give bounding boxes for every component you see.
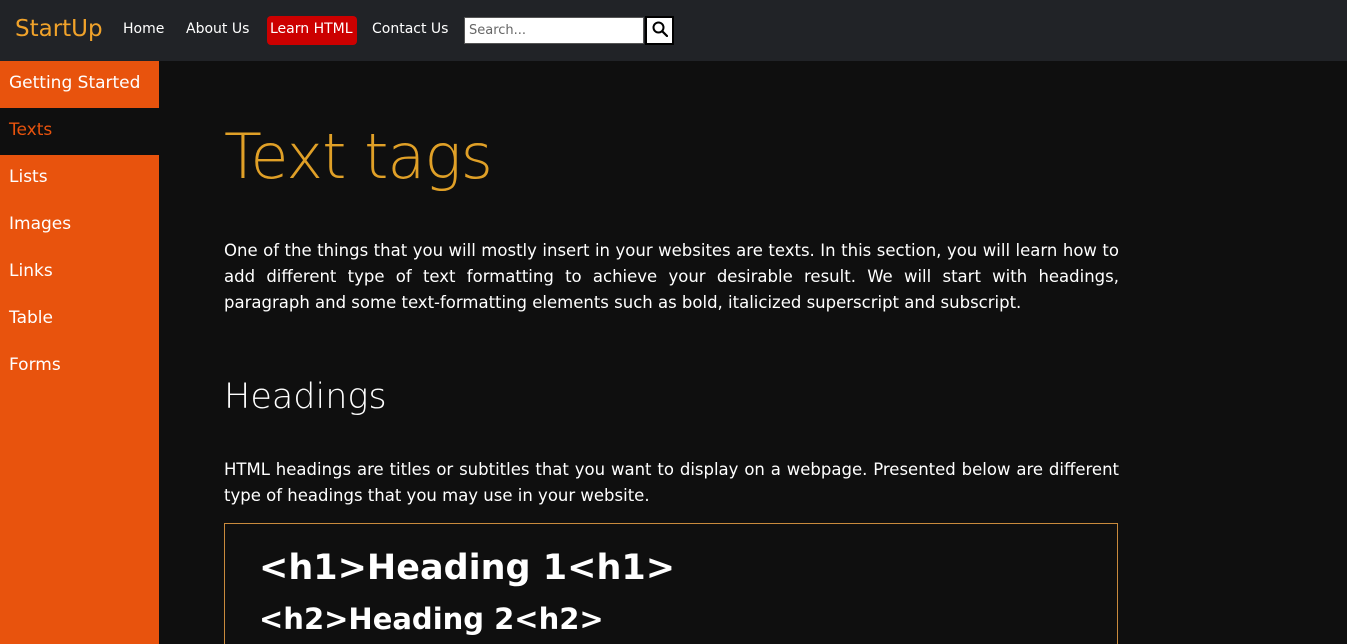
search-icon: [652, 21, 668, 41]
heading-1-example: <h1>Heading 1<h1>: [259, 548, 676, 588]
nav-home-link[interactable]: Home: [123, 21, 164, 37]
sidebar-item-getting-started[interactable]: Getting Started: [0, 61, 159, 108]
section-heading: Headings: [224, 377, 387, 417]
sidebar: Getting Started Texts Lists Images Links…: [0, 61, 159, 644]
sidebar-item-links[interactable]: Links: [0, 249, 159, 296]
heading-2-example: <h2>Heading 2<h2>: [259, 602, 604, 636]
section-paragraph: HTML headings are titles or subtitles th…: [224, 460, 1119, 505]
nav-learn-html-link[interactable]: Learn HTML: [267, 16, 357, 45]
nav-contact-link[interactable]: Contact Us: [372, 21, 448, 37]
page-title: Text tags: [224, 120, 493, 193]
sidebar-item-texts[interactable]: Texts: [0, 108, 159, 155]
brand-logo[interactable]: StartUp: [15, 16, 103, 42]
sidebar-item-lists[interactable]: Lists: [0, 155, 159, 202]
search-input[interactable]: [464, 17, 644, 44]
intro-paragraph: One of the things that you will mostly i…: [224, 241, 1119, 312]
sidebar-item-images[interactable]: Images: [0, 202, 159, 249]
heading-examples-box: <h1>Heading 1<h1> <h2>Heading 2<h2>: [224, 523, 1118, 644]
top-navbar: StartUp Home About Us Learn HTML Contact…: [0, 0, 1347, 61]
sidebar-item-table[interactable]: Table: [0, 296, 159, 343]
sidebar-item-forms[interactable]: Forms: [0, 343, 159, 390]
nav-about-link[interactable]: About Us: [186, 21, 249, 37]
search-button[interactable]: [645, 16, 674, 45]
